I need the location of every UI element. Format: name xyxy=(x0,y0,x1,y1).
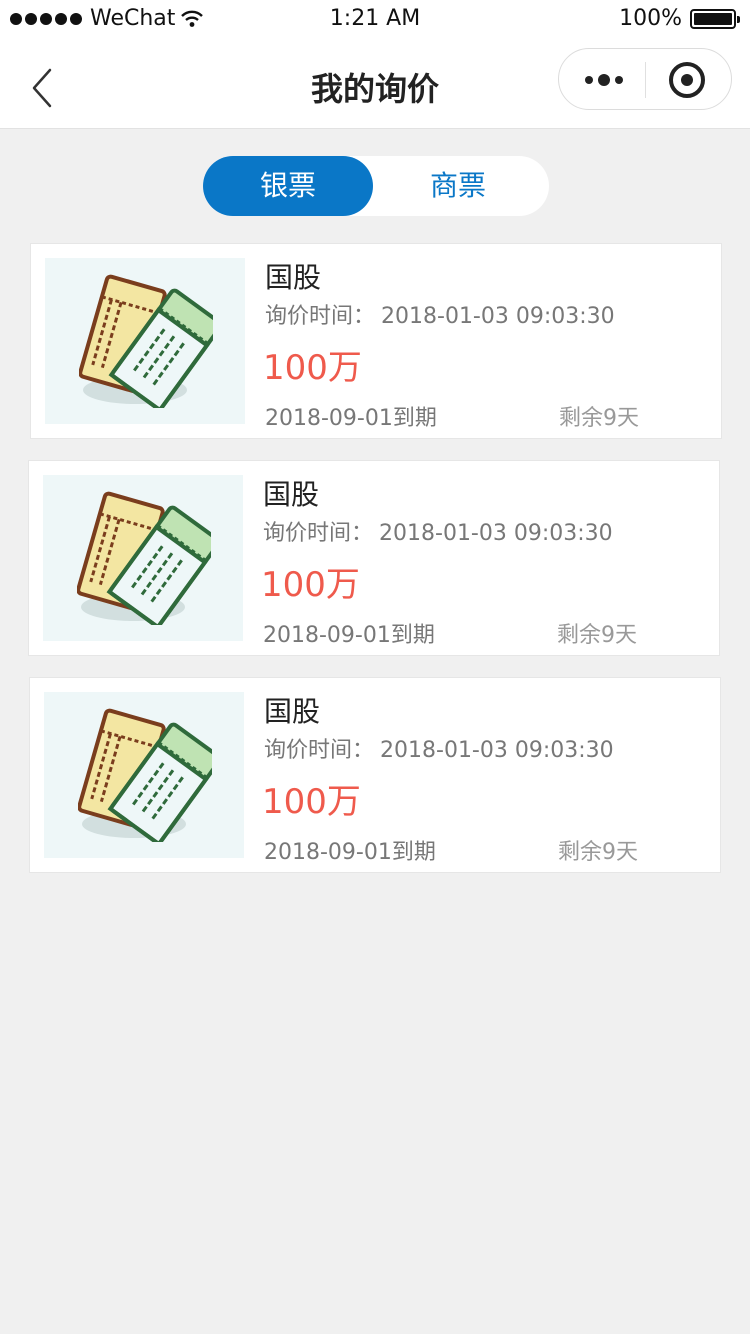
battery-icon xyxy=(690,8,740,29)
inquiry-time-value: 2018-01-03 09:03:30 xyxy=(379,521,613,546)
mini-program-capsule xyxy=(558,48,732,110)
status-bar: WeChat 1:21 AM 100% xyxy=(0,0,750,40)
more-icon[interactable] xyxy=(579,63,629,97)
status-right: 100% xyxy=(619,6,740,31)
due-date: 2018-09-01到期 xyxy=(265,406,437,431)
battery-percent: 100% xyxy=(619,6,682,31)
close-target-icon[interactable] xyxy=(669,62,705,98)
due-date: 2018-09-01到期 xyxy=(263,623,435,648)
ticket-thumbnail xyxy=(43,475,243,641)
inquiry-time: 询价时间： 2018-01-03 09:03:30 xyxy=(265,298,615,330)
inquiry-card[interactable]: 国股 询价时间： 2018-01-03 09:03:30 100万 2018-09… xyxy=(29,677,721,873)
remaining-days: 剩余9天 xyxy=(559,406,639,431)
navigation-bar: 我的询价 xyxy=(0,40,750,129)
bill-type-label: 国股 xyxy=(263,478,320,511)
inquiry-time: 询价时间： 2018-01-03 09:03:30 xyxy=(264,732,614,764)
remaining-days: 剩余9天 xyxy=(558,840,638,865)
bill-type-label: 国股 xyxy=(265,261,322,294)
inquiry-time-value: 2018-01-03 09:03:30 xyxy=(381,304,615,329)
inquiry-card[interactable]: 国股 询价时间： 2018-01-03 09:03:30 100万 2018-09… xyxy=(30,243,722,439)
amount: 100万 xyxy=(263,348,362,388)
bill-type-label: 国股 xyxy=(264,695,321,728)
inquiry-time: 询价时间： 2018-01-03 09:03:30 xyxy=(263,515,613,547)
bill-type-tabs: 银票 商票 xyxy=(203,156,549,216)
amount: 100万 xyxy=(261,565,360,605)
inquiry-time-label: 询价时间： xyxy=(265,304,376,329)
amount: 100万 xyxy=(262,782,361,822)
remaining-days: 剩余9天 xyxy=(557,623,637,648)
ticket-thumbnail xyxy=(45,258,245,424)
inquiry-time-value: 2018-01-03 09:03:30 xyxy=(380,738,614,763)
inquiry-card[interactable]: 国股 询价时间： 2018-01-03 09:03:30 100万 2018-09… xyxy=(28,460,720,656)
inquiry-time-label: 询价时间： xyxy=(263,521,374,546)
capsule-divider xyxy=(645,62,646,98)
ticket-icon xyxy=(79,274,213,408)
ticket-icon xyxy=(77,491,211,625)
inquiry-time-label: 询价时间： xyxy=(264,738,375,763)
ticket-icon xyxy=(78,708,212,842)
tab-commercial-acceptance[interactable]: 商票 xyxy=(373,156,543,216)
ticket-thumbnail xyxy=(44,692,244,858)
tab-bank-acceptance[interactable]: 银票 xyxy=(203,156,373,216)
due-date: 2018-09-01到期 xyxy=(264,840,436,865)
